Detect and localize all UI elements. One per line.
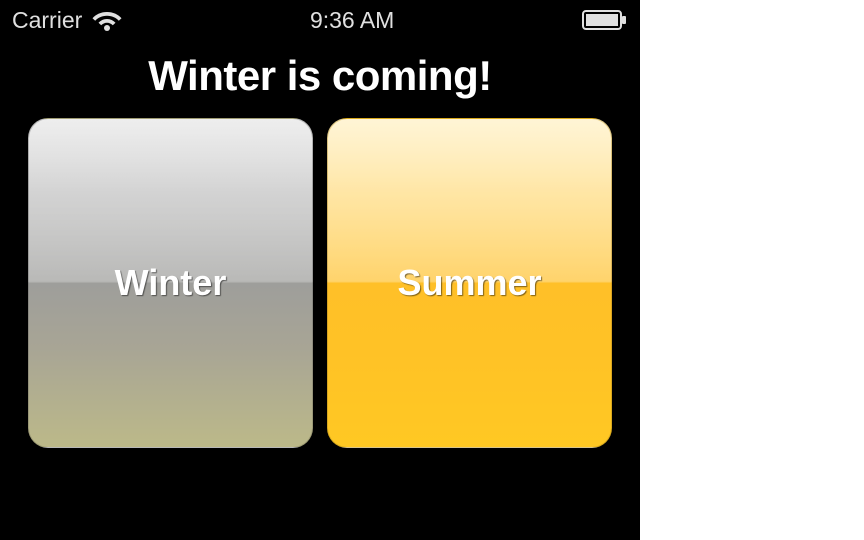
wifi-icon — [92, 9, 122, 31]
status-right — [582, 10, 628, 30]
winter-button[interactable]: Winter — [28, 118, 313, 448]
status-time: 9:36 AM — [310, 7, 394, 34]
summer-button-label: Summer — [397, 262, 541, 304]
winter-button-label: Winter — [115, 262, 227, 304]
summer-button[interactable]: Summer — [327, 118, 612, 448]
battery-icon — [582, 10, 628, 30]
gloss-overlay — [328, 119, 611, 283]
app-screen: Carrier 9:36 AM Winter is coming! — [0, 0, 640, 540]
button-row: Winter Summer — [0, 118, 640, 448]
carrier-label: Carrier — [12, 7, 82, 34]
page-title: Winter is coming! — [0, 52, 640, 100]
gloss-overlay — [29, 119, 312, 283]
status-left: Carrier — [12, 7, 122, 34]
status-bar: Carrier 9:36 AM — [0, 0, 640, 40]
